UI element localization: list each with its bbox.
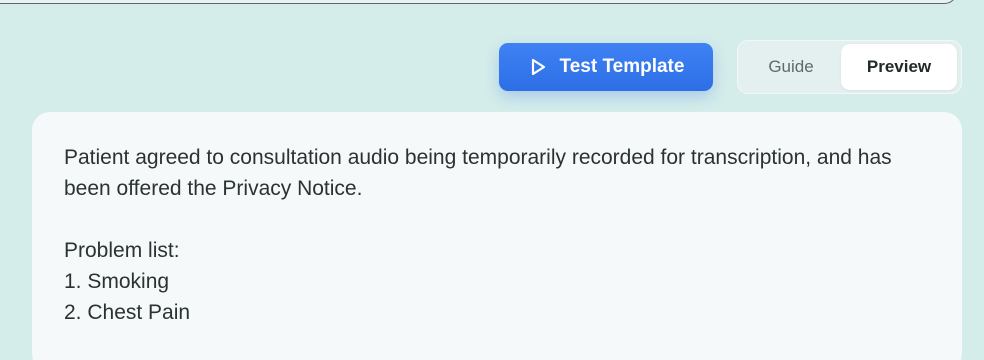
consent-text: Patient agreed to consultation audio bei… — [64, 146, 892, 200]
play-icon — [528, 57, 548, 77]
view-toggle: Guide Preview — [737, 40, 962, 94]
template-input[interactable] — [0, 0, 958, 4]
problem-item: 1. Smoking — [64, 270, 170, 293]
test-template-label: Test Template — [559, 56, 685, 77]
problem-item: 2. Chest Pain — [64, 301, 191, 324]
preview-tab[interactable]: Preview — [841, 44, 957, 90]
guide-tab[interactable]: Guide — [741, 44, 841, 90]
test-template-button[interactable]: Test Template — [499, 43, 713, 91]
problem-list-heading: Problem list: — [64, 239, 180, 262]
preview-card: Patient agreed to consultation audio bei… — [32, 112, 962, 360]
